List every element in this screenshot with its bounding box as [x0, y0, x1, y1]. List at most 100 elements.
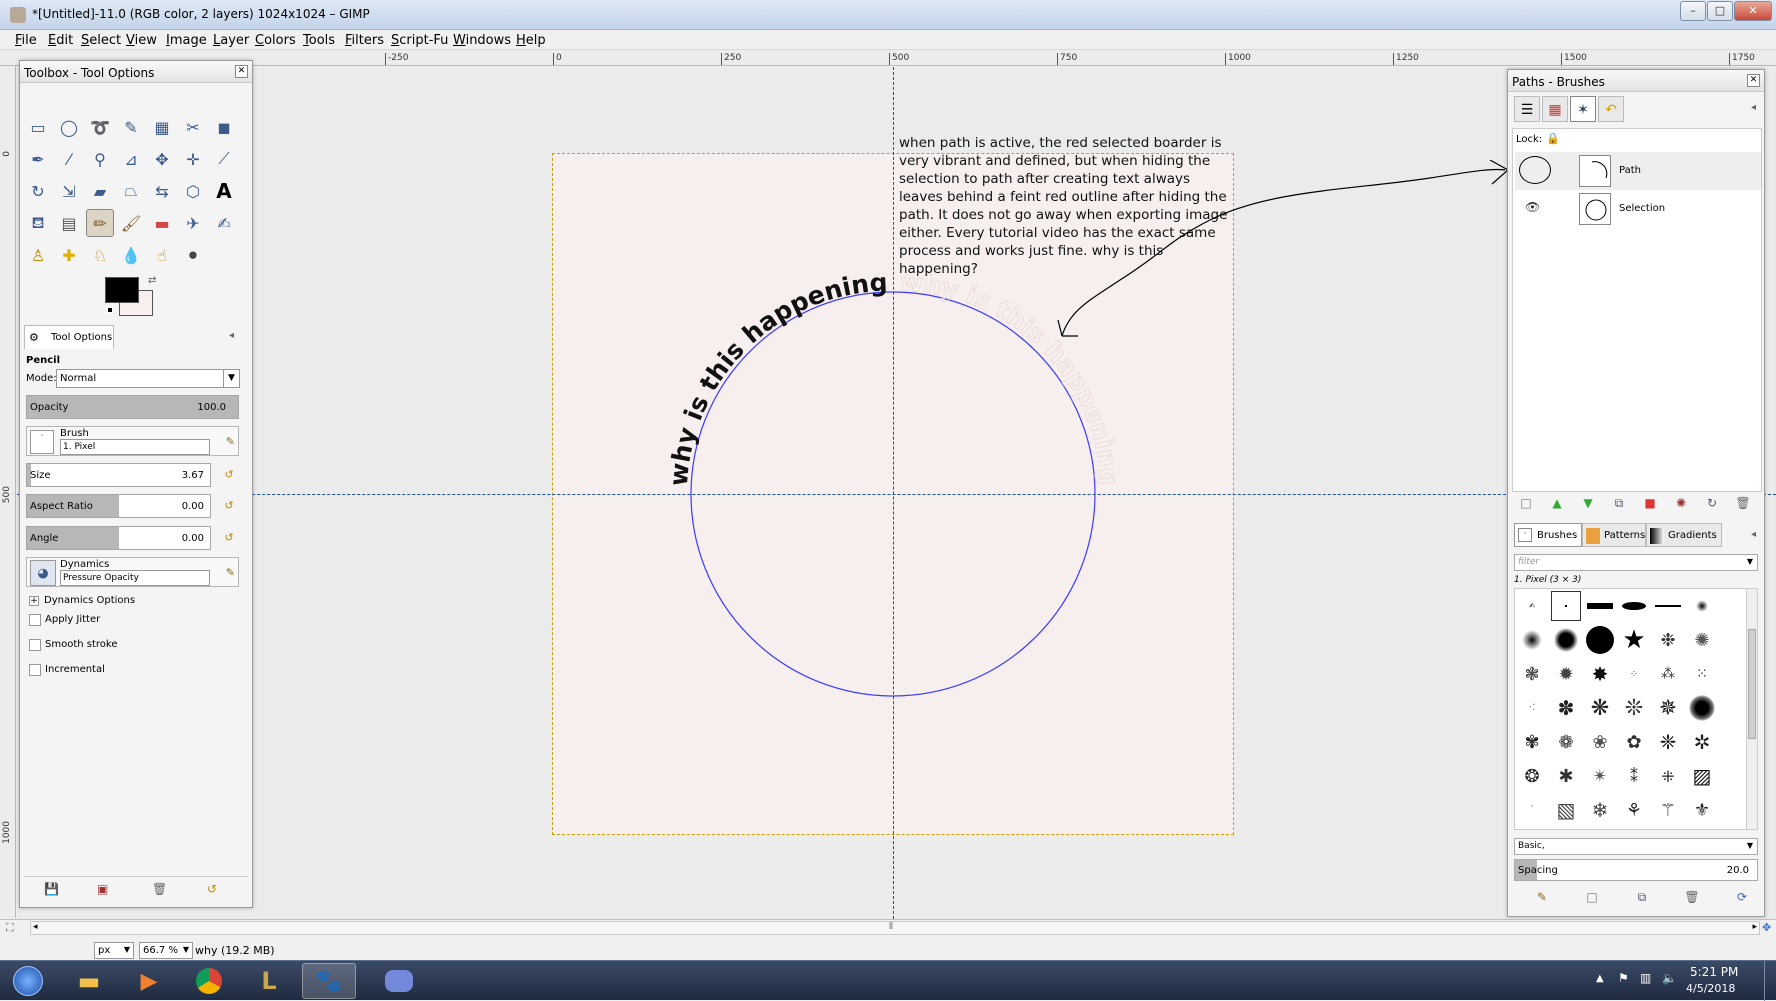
smudge-icon[interactable]: ☝	[148, 241, 176, 269]
edit-brush-icon[interactable]: ✎	[1534, 890, 1550, 906]
dynamics-options-expander[interactable]: Dynamics Options	[44, 595, 135, 606]
menu-image[interactable]: Image	[166, 33, 207, 48]
brush-item[interactable]	[1687, 693, 1717, 723]
opacity-slider[interactable]: Opacity 100.0	[26, 395, 239, 419]
fuzzy-select-icon[interactable]: ✎	[117, 113, 145, 141]
tab-gradients[interactable]: Gradients	[1646, 523, 1722, 547]
brush-item[interactable]: ✿	[1619, 727, 1649, 757]
new-brush-icon[interactable]: □	[1584, 890, 1600, 906]
brush-item[interactable]: ❄	[1585, 795, 1615, 825]
taskbar-media-player[interactable]: ▶	[122, 963, 176, 999]
layers-tab-icon[interactable]: ☰	[1514, 96, 1540, 122]
bucket-fill-icon[interactable]: ⛾	[24, 209, 52, 237]
tab-brushes[interactable]: · Brushes	[1514, 523, 1582, 547]
brush-item[interactable]	[1585, 625, 1615, 655]
rotate-icon[interactable]: ↻	[24, 177, 52, 205]
brush-item[interactable]: ✲	[1687, 727, 1717, 757]
scroll-left-icon[interactable]: ◂	[33, 922, 38, 932]
color-select-icon[interactable]: ▦	[148, 113, 176, 141]
paintbrush-icon[interactable]: 🖌	[117, 209, 145, 237]
clock-time[interactable]: 5:21 PM	[1690, 965, 1738, 979]
clock-date[interactable]: 4/5/2018	[1686, 982, 1735, 995]
vertical-guide[interactable]	[893, 67, 894, 919]
brush-item[interactable]	[1517, 625, 1547, 655]
incremental-checkbox[interactable]	[29, 664, 41, 676]
brush-item[interactable]: ✴	[1585, 761, 1615, 791]
reset-size-icon[interactable]: ↺	[222, 468, 236, 482]
brush-grid-scrollbar[interactable]	[1746, 588, 1758, 830]
brush-item[interactable]: ▨	[1687, 761, 1717, 791]
path-to-selection-icon[interactable]: ■	[1642, 496, 1658, 512]
path-row-selection[interactable]: 👁 Selection	[1515, 190, 1761, 228]
brush-item[interactable]: ✍	[1517, 591, 1547, 621]
chevron-down-icon[interactable]: ▼	[223, 370, 239, 387]
curved-text[interactable]: why is this happening	[664, 268, 888, 487]
heal-icon[interactable]: ✚	[55, 241, 83, 269]
chevron-down-icon[interactable]: ▼	[183, 945, 189, 954]
brush-item[interactable]: ✾	[1517, 727, 1547, 757]
chevron-down-icon[interactable]: ▼	[124, 945, 130, 954]
brush-item[interactable]: ❃	[1517, 659, 1547, 689]
brush-item[interactable]: ❋	[1585, 693, 1615, 723]
menu-script-fu[interactable]: Script-Fu	[391, 33, 448, 48]
taskbar-chrome[interactable]	[182, 963, 236, 999]
mode-select[interactable]: Normal ▼	[56, 369, 240, 388]
network-icon[interactable]: ▥	[1640, 971, 1651, 985]
horizontal-ruler[interactable]: -250 0 250 500 750 1000 1250 1500 1750	[0, 50, 1776, 66]
menu-select[interactable]: Select	[81, 33, 121, 48]
brush-item[interactable]	[1551, 591, 1581, 621]
flip-icon[interactable]: ⇆	[148, 177, 176, 205]
measure-icon[interactable]: ⊿	[117, 145, 145, 173]
airbrush-icon[interactable]: ✈	[179, 209, 207, 237]
crop-icon[interactable]: ⟋	[210, 145, 238, 173]
brush-selector[interactable]: · Brush 1. Pixel ✎	[26, 426, 239, 456]
navigate-icon[interactable]: ⛶	[6, 921, 14, 935]
undo-history-tab-icon[interactable]: ↶	[1598, 96, 1624, 122]
paths-tab-icon[interactable]: ✶	[1570, 96, 1596, 122]
brush-item[interactable]: ⁂	[1653, 659, 1683, 689]
unit-select[interactable]: px ▼	[94, 942, 134, 959]
menu-file[interactable]: File	[15, 33, 37, 48]
scissors-icon[interactable]: ✂	[179, 113, 207, 141]
blur-icon[interactable]: 💧	[117, 241, 145, 269]
brush-item[interactable]: ★	[1619, 625, 1649, 655]
reset-angle-icon[interactable]: ↺	[222, 531, 236, 545]
brush-item[interactable]: ⁙	[1687, 659, 1717, 689]
taskbar-league[interactable]: L	[242, 963, 296, 999]
scrollbar-grip[interactable]: ⦀	[889, 922, 893, 932]
delete-path-icon[interactable]: 🗑	[1735, 496, 1751, 512]
brush-item[interactable]: ⚘	[1619, 795, 1649, 825]
menu-layer[interactable]: Layer	[213, 33, 249, 48]
brush-item[interactable]: ✽	[1551, 693, 1581, 723]
brush-item[interactable]	[1619, 591, 1649, 621]
brush-item[interactable]	[1551, 625, 1581, 655]
toolbox-titlebar[interactable]: Toolbox - Tool Options ✕	[20, 61, 252, 83]
navigation-preview-icon[interactable]: ✥	[1762, 921, 1771, 934]
dynamics-selector[interactable]: ◕ Dynamics Pressure Opacity ✎	[26, 557, 239, 587]
brush-item[interactable]	[1653, 591, 1683, 621]
volume-icon[interactable]: 🔈	[1662, 971, 1677, 985]
brush-item[interactable]: ⁑	[1619, 761, 1649, 791]
close-icon[interactable]: ✕	[235, 65, 248, 78]
tray-expand-icon[interactable]: ▲	[1596, 973, 1604, 984]
menu-colors[interactable]: Colors	[255, 33, 296, 48]
delete-brush-icon[interactable]: 🗑	[1684, 890, 1700, 906]
close-icon[interactable]: ✕	[1747, 74, 1760, 87]
paths-dock-titlebar[interactable]: Paths - Brushes ✕	[1508, 70, 1764, 92]
horizontal-scrollbar[interactable]: ◂ ⦀ ▸	[30, 921, 1760, 935]
zoom-icon[interactable]: ⚲	[86, 145, 114, 173]
reset-aspect-icon[interactable]: ↺	[222, 499, 236, 513]
brush-item[interactable]: ⁖	[1517, 693, 1547, 723]
brush-item[interactable]: ✹	[1551, 659, 1581, 689]
show-desktop-button[interactable]	[1764, 961, 1776, 1001]
brush-item[interactable]: ❂	[1517, 761, 1547, 791]
stroke-path-icon[interactable]: ↻	[1704, 496, 1720, 512]
brush-filter-input[interactable]: filter ▼	[1514, 554, 1758, 571]
brush-item[interactable]: ✸	[1585, 659, 1615, 689]
scroll-right-icon[interactable]: ▸	[1752, 922, 1757, 932]
pencil-icon[interactable]: ✏	[86, 209, 114, 237]
menu-help[interactable]: Help	[516, 33, 546, 48]
eye-icon[interactable]: 👁	[1525, 200, 1540, 214]
dynamics-icon[interactable]: ◕	[30, 560, 56, 586]
shear-icon[interactable]: ▰	[86, 177, 114, 205]
